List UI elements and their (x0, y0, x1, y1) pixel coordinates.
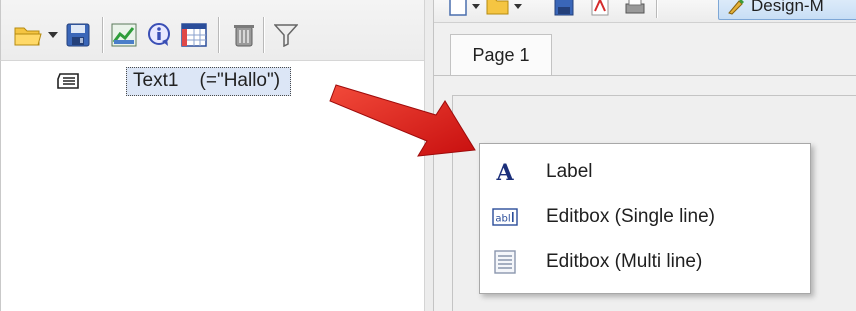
design-mode-button[interactable]: Design-M (718, 0, 856, 20)
dropdown-arrow-icon[interactable] (472, 0, 480, 18)
insert-control-menu: A Label abl Editbox (Single line) Editbo… (479, 143, 811, 294)
toolbar-separator (656, 0, 657, 18)
toolbar-separator (263, 17, 264, 53)
text-field-icon (56, 71, 80, 91)
toolbar-separator (218, 17, 219, 53)
menu-item-label[interactable]: A Label (480, 150, 810, 194)
filter-icon[interactable] (271, 20, 301, 50)
menu-item-editbox-single[interactable]: abl Editbox (Single line) (480, 195, 810, 239)
label-a-icon: A (490, 157, 520, 187)
left-panel: Text1 (="Hallo") (0, 0, 424, 311)
toolbar-separator (102, 17, 103, 53)
design-mode-label: Design-M (751, 0, 824, 15)
dropdown-arrow-icon[interactable] (45, 20, 61, 50)
new-document-icon[interactable] (448, 0, 468, 18)
save-icon[interactable] (63, 20, 93, 50)
right-toolbar: Design-M (434, 0, 856, 23)
open-folder-icon[interactable] (486, 0, 510, 18)
app-window: Text1 (="Hallo") Design-M Page 1 A Label… (0, 0, 856, 311)
chart-icon[interactable] (109, 20, 139, 50)
info-icon[interactable] (144, 20, 174, 50)
svg-text:A: A (495, 160, 514, 184)
print-icon[interactable] (624, 0, 646, 18)
editbox-single-icon: abl (490, 202, 520, 232)
pdf-icon[interactable] (590, 0, 610, 18)
editbox-multi-icon (490, 247, 520, 277)
tree-item[interactable]: Text1 (="Hallo") (56, 66, 292, 96)
open-folder-icon[interactable] (13, 20, 43, 50)
tab-page-1[interactable]: Page 1 (450, 34, 552, 75)
left-toolbar (0, 0, 424, 61)
tree-item-label: Text1 (="Hallo") (126, 66, 292, 96)
menu-item-text: Editbox (Single line) (546, 206, 715, 227)
trash-icon[interactable] (229, 20, 259, 50)
dropdown-arrow-icon[interactable] (514, 0, 522, 18)
menu-item-editbox-multi[interactable]: Editbox (Multi line) (480, 240, 810, 284)
menu-item-text: Label (546, 161, 593, 182)
table-icon[interactable] (179, 20, 209, 50)
svg-text:abl: abl (495, 214, 510, 225)
tab-underline (434, 75, 856, 76)
design-mode-icon (727, 0, 745, 15)
page-tabstrip: Page 1 (434, 23, 856, 75)
menu-item-text: Editbox (Multi line) (546, 251, 703, 272)
panel-splitter[interactable] (424, 0, 434, 311)
object-tree: Text1 (="Hallo") (0, 61, 424, 311)
save-icon[interactable] (554, 0, 574, 18)
